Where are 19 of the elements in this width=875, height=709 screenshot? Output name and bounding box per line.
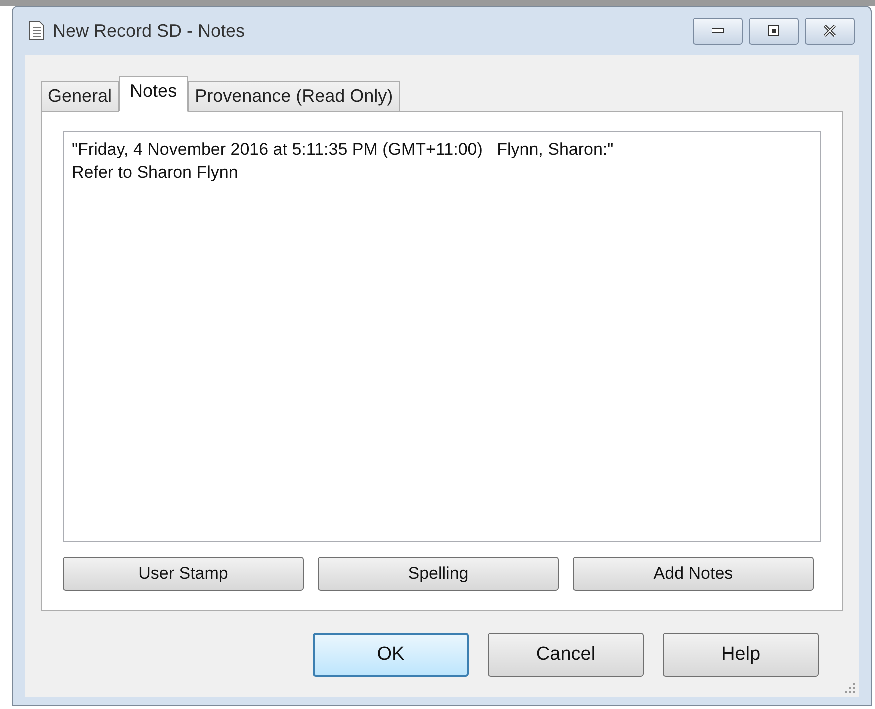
- minimize-button[interactable]: [693, 18, 743, 44]
- tab[interactable]: General: [41, 81, 120, 111]
- note-button[interactable]: User Stamp: [63, 557, 304, 591]
- notes-field[interactable]: "Friday, 4 November 2016 at 5:11:35 PM (GMT+11:00) Flynn, Sharon:" Refer to Sharon Flynn: [63, 131, 821, 542]
- document-icon: [29, 21, 45, 41]
- minimize-icon: [712, 28, 724, 34]
- close-icon: [823, 25, 837, 37]
- maximize-icon: [768, 25, 780, 37]
- tab[interactable]: Provenance (Read Only): [188, 81, 400, 111]
- maximize-button[interactable]: [749, 18, 799, 44]
- dialog-button[interactable]: Help: [663, 633, 819, 677]
- close-button[interactable]: [805, 18, 855, 44]
- resize-grip-icon[interactable]: [845, 683, 855, 693]
- dialog-button[interactable]: OK: [313, 633, 469, 677]
- window-title: New Record SD - Notes: [53, 20, 246, 42]
- dialog-button[interactable]: Cancel: [488, 633, 644, 677]
- note-button[interactable]: Add Notes: [573, 557, 814, 591]
- tab[interactable]: Notes: [119, 76, 188, 112]
- note-button[interactable]: Spelling: [318, 557, 559, 591]
